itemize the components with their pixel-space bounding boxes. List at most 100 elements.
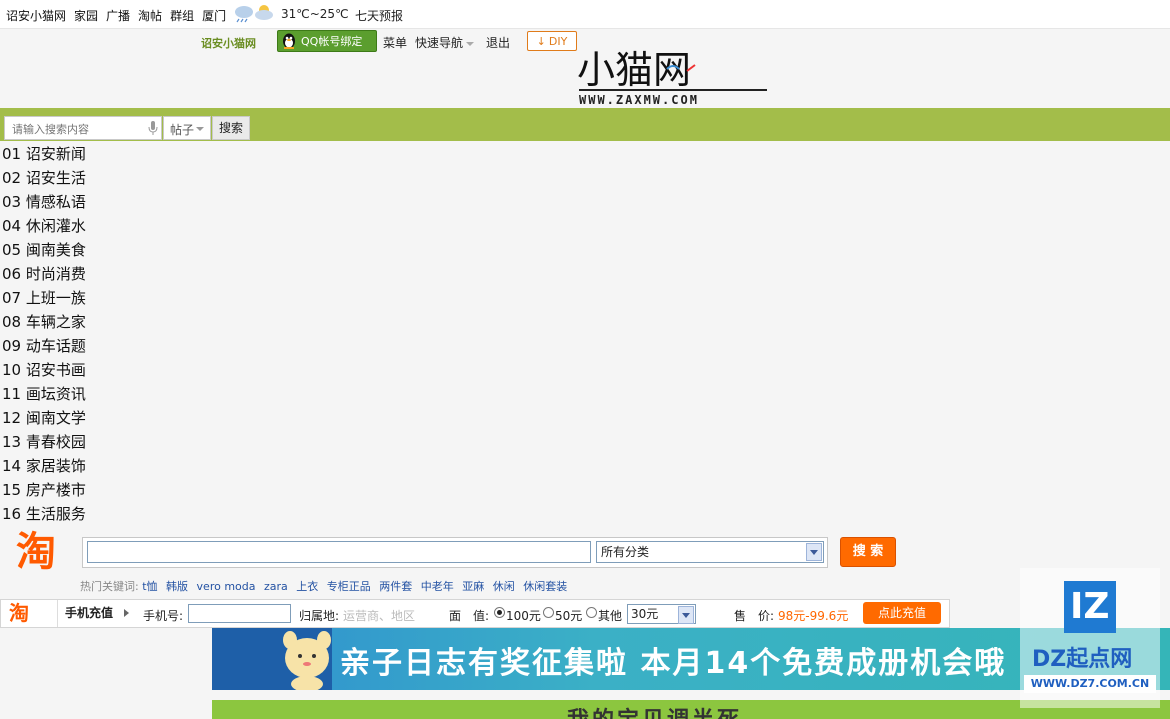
- hot-keyword[interactable]: 两件套: [379, 580, 412, 593]
- amount-value: 30元: [631, 607, 659, 621]
- recharge-tab[interactable]: 手机充值: [57, 600, 137, 627]
- search-button[interactable]: 搜索: [212, 116, 250, 140]
- forum-item[interactable]: 15 房产楼市: [2, 479, 86, 503]
- site-logo[interactable]: 小猫网 WWW.ZAXMW.COM: [575, 41, 770, 111]
- promo-banner-text: 亲子日志有奖征集啦 本月14个免费成册机会哦: [340, 646, 1007, 681]
- logo-url: WWW.ZAXMW.COM: [579, 93, 699, 107]
- chevron-down-icon: [466, 41, 475, 46]
- hot-keyword[interactable]: zara: [264, 580, 288, 593]
- dz7-logo-letters: IZ: [1070, 586, 1110, 627]
- dz7-watermark: IZ DZ起点网 WWW.DZ7.COM.CN: [1020, 568, 1160, 708]
- promo-banner-2-text: 我的宝贝调半死: [567, 702, 742, 719]
- hot-keyword[interactable]: vero moda: [197, 580, 256, 593]
- face-value-label: 面 值:: [449, 609, 490, 623]
- taobao-search-input[interactable]: [87, 541, 591, 563]
- radio-50[interactable]: [543, 607, 554, 618]
- top-link-taotie[interactable]: 淘帖: [138, 7, 162, 24]
- forum-item[interactable]: 07 上班一族: [2, 287, 86, 311]
- forecast-link[interactable]: 七天预报: [355, 7, 403, 24]
- dz7-logo-icon: IZ: [1064, 581, 1116, 633]
- top-links: 诏安小猫网 家园 广播 淘帖 群组 厦门: [6, 7, 226, 24]
- chevron-down-icon: [196, 127, 204, 131]
- search-scope-select[interactable]: 帖子: [163, 116, 211, 140]
- taobao-search-frame: 所有分类: [82, 537, 828, 568]
- taobao-small-logo: 淘: [9, 601, 29, 625]
- hot-keyword[interactable]: 中老年: [421, 580, 454, 593]
- site-name[interactable]: 诏安小猫网: [201, 35, 256, 51]
- hot-keywords: 热门关键词: t恤 韩版 vero moda zara 上衣 专柜正品 两件套 …: [80, 578, 572, 594]
- taobao-search-button[interactable]: 搜 索: [840, 537, 896, 567]
- search-bar: 帖子 搜索: [0, 108, 1170, 141]
- radio-other[interactable]: [586, 607, 597, 618]
- top-link-home[interactable]: 家园: [74, 7, 98, 24]
- microphone-icon[interactable]: [148, 121, 158, 136]
- forum-item[interactable]: 03 情感私语: [2, 191, 86, 215]
- price-label: 售 价:: [734, 609, 775, 623]
- qq-bind-button[interactable]: QQ帐号绑定: [277, 30, 377, 52]
- forum-item[interactable]: 05 闽南美食: [2, 239, 86, 263]
- forum-item[interactable]: 09 动车话题: [2, 335, 86, 359]
- hot-keyword[interactable]: 上衣: [296, 580, 318, 593]
- recharge-tab-label: 手机充值: [65, 606, 114, 620]
- radio-100[interactable]: [494, 607, 505, 618]
- down-arrow-icon: ↓: [536, 34, 546, 48]
- radio-100-label: 100元: [506, 609, 541, 623]
- forum-list: 01 诏安新闻 02 诏安生活 03 情感私语 04 休闲灌水 05 闽南美食 …: [2, 143, 86, 527]
- top-link-site[interactable]: 诏安小猫网: [6, 7, 66, 24]
- forum-item[interactable]: 14 家居装饰: [2, 455, 86, 479]
- logo-text: 小猫网: [577, 48, 691, 92]
- forum-item[interactable]: 02 诏安生活: [2, 167, 86, 191]
- taobao-logo[interactable]: 淘: [16, 530, 72, 574]
- forum-item[interactable]: 06 时尚消费: [2, 263, 86, 287]
- header: 诏安小猫网 QQ帐号绑定 菜单 快速导航 退出 ↓ DIY 小猫网 WWW.ZAX…: [0, 29, 1170, 108]
- amount-select[interactable]: 30元: [627, 604, 696, 624]
- taobao-category-select[interactable]: 所有分类: [596, 541, 824, 563]
- hot-keyword[interactable]: 休闲套装: [523, 580, 567, 593]
- forum-item[interactable]: 12 闽南文学: [2, 407, 86, 431]
- hot-keywords-label: 热门关键词:: [80, 580, 139, 593]
- temperature: 31℃~25℃: [281, 7, 349, 21]
- logo-mark: 小猫网: [577, 48, 696, 92]
- hot-keyword[interactable]: 韩版: [166, 580, 188, 593]
- chevron-down-icon: [806, 543, 822, 561]
- hot-keyword[interactable]: 专柜正品: [327, 580, 371, 593]
- chevron-down-icon: [678, 606, 694, 624]
- top-city[interactable]: 厦门: [202, 7, 226, 24]
- qq-penguin-icon: [283, 33, 295, 49]
- radio-50-label: 50元: [555, 609, 583, 623]
- top-bar: 诏安小猫网 家园 广播 淘帖 群组 厦门 31℃~25℃ 七天预报: [0, 0, 1170, 29]
- phone-recharge-bar: 淘 手机充值 手机号: 归属地: 运营商、地区 面 值: 100元 50元 其他…: [0, 599, 950, 628]
- forum-item[interactable]: 13 青春校园: [2, 431, 86, 455]
- menu-link[interactable]: 菜单: [383, 34, 407, 51]
- diy-label: DIY: [548, 34, 568, 48]
- recharge-button[interactable]: 点此充值: [863, 602, 941, 624]
- logo-underline: [579, 89, 767, 91]
- hot-keyword[interactable]: t恤: [142, 580, 157, 593]
- dz7-brand: DZ起点网: [1032, 647, 1133, 672]
- hot-keyword[interactable]: 休闲: [493, 580, 515, 593]
- logout-link[interactable]: 退出: [486, 34, 510, 51]
- forum-item[interactable]: 01 诏安新闻: [2, 143, 86, 167]
- area-value: 运营商、地区: [343, 609, 416, 623]
- diy-button[interactable]: ↓ DIY: [527, 31, 577, 51]
- area-label: 归属地:: [299, 609, 340, 623]
- quick-nav-label: 快速导航: [415, 36, 464, 50]
- taobao-category-label: 所有分类: [601, 545, 650, 559]
- top-link-broadcast[interactable]: 广播: [106, 7, 130, 24]
- search-input[interactable]: [10, 118, 144, 140]
- top-link-groups[interactable]: 群组: [170, 7, 194, 24]
- forum-item[interactable]: 16 生活服务: [2, 503, 86, 527]
- forum-item[interactable]: 11 画坛资讯: [2, 383, 86, 407]
- search-box: [4, 116, 162, 140]
- forum-item[interactable]: 04 休闲灌水: [2, 215, 86, 239]
- weather-icon: [235, 5, 273, 23]
- quick-nav-link[interactable]: 快速导航: [415, 34, 475, 51]
- radio-other-label: 其他: [598, 609, 623, 623]
- search-scope-label: 帖子: [170, 123, 195, 137]
- hot-keyword[interactable]: 亚麻: [462, 580, 484, 593]
- dz7-url: WWW.DZ7.COM.CN: [1024, 675, 1156, 693]
- forum-item[interactable]: 08 车辆之家: [2, 311, 86, 335]
- forum-item[interactable]: 10 诏安书画: [2, 359, 86, 383]
- phone-number-input[interactable]: [188, 604, 291, 623]
- chevron-right-icon: [124, 609, 129, 617]
